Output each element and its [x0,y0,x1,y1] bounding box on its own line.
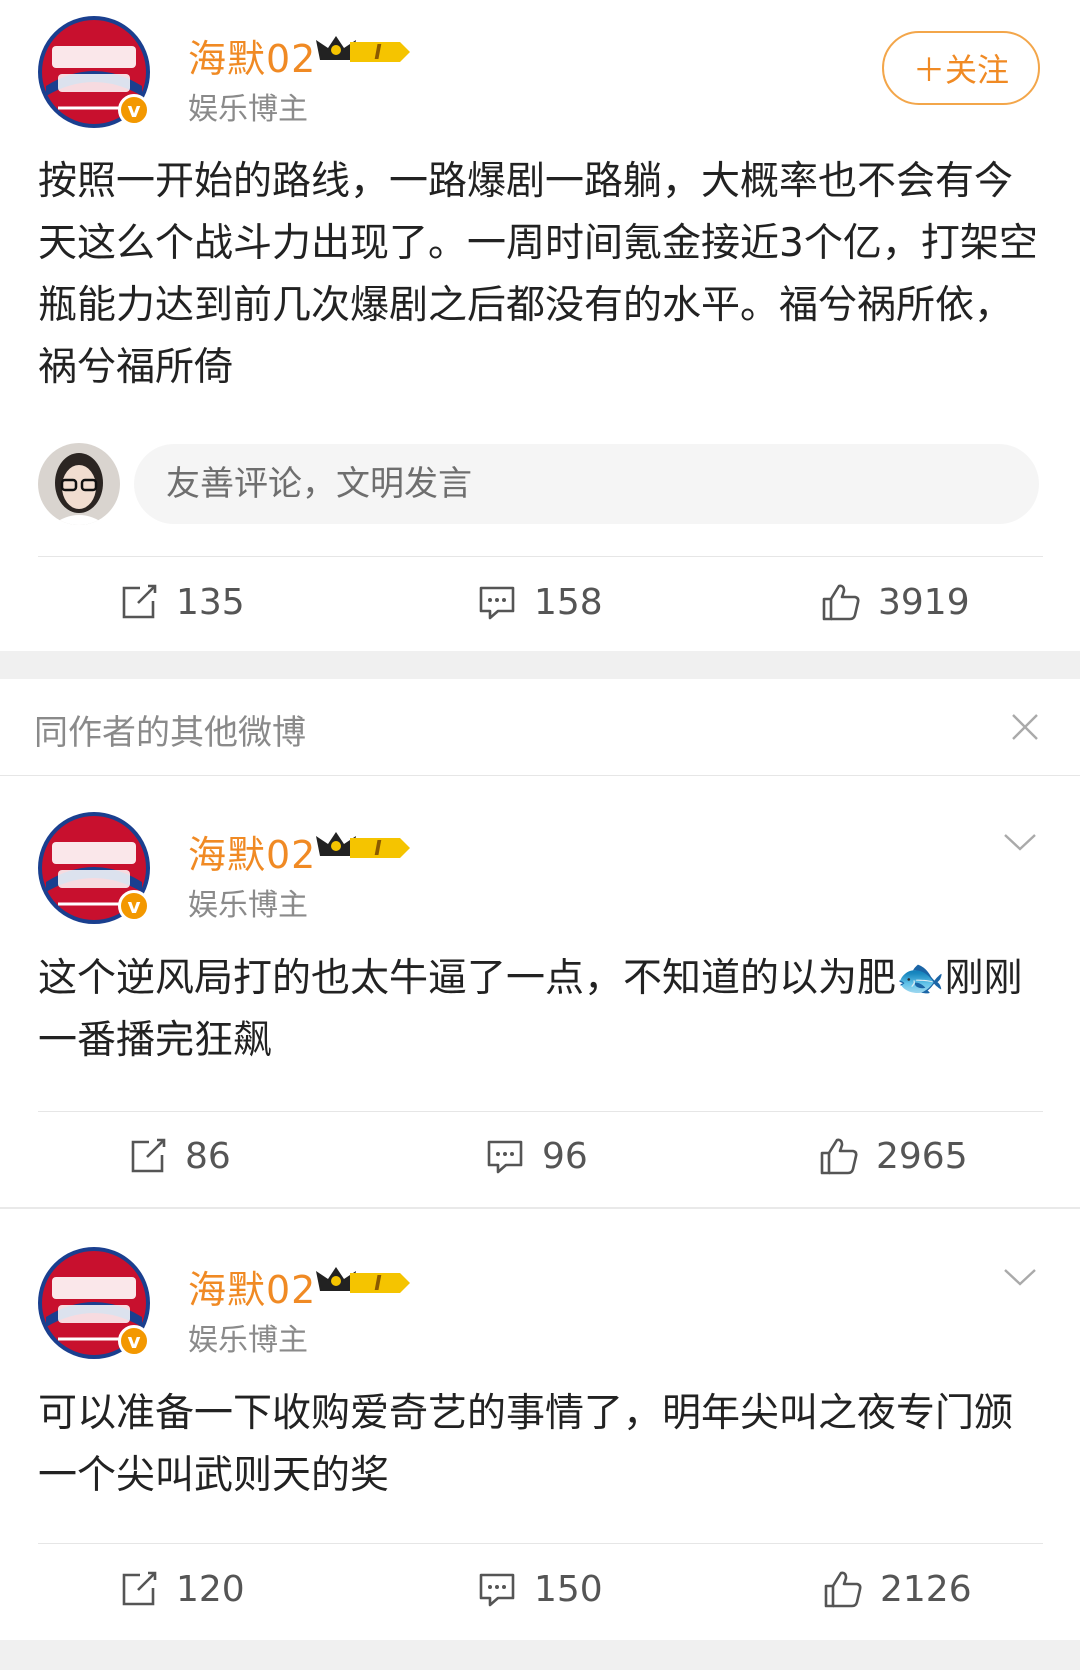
author-avatar[interactable]: v [38,1247,150,1359]
repost-icon [122,584,157,619]
author-name[interactable]: 海默02 [188,28,316,83]
level-text: I [374,836,382,860]
like-button[interactable]: 2965 [818,1121,968,1191]
comment-icon [487,1140,523,1174]
chevron-down-icon[interactable] [1002,830,1038,854]
divider [38,556,1043,557]
author-role: 娱乐博主 [188,888,308,923]
author-role: 娱乐博主 [188,1323,308,1358]
bottom-gap [0,1640,1080,1670]
post-text: 可以准备一下收购爱奇艺的事情了，明年尖叫之夜专门颁一个尖叫武则天的奖 [38,1391,1014,1498]
thumbs-up-icon [822,584,860,621]
comment-icon [479,586,515,620]
comment-button[interactable]: 150 [476,1554,603,1624]
main-post: v 海默02 I 娱乐博主 ＋关注 按照一开始的路线，一路爆剧一路躺，大概率也不… [0,0,1080,623]
verified-badge-icon: v [118,94,150,126]
post-text: 按照一开始的路线，一路爆剧一路躺，大概率也不会有今天这么个战斗力出现了。一周时间… [38,159,1038,390]
like-button[interactable]: 2126 [822,1554,972,1624]
like-count: 3919 [878,581,970,623]
level-crown-badge: I [312,1261,412,1301]
comment-icon [479,1573,515,1607]
repost-button[interactable]: 135 [118,567,245,637]
chevron-down-icon[interactable] [1002,1265,1038,1289]
repost-icon [122,1571,157,1606]
post-text: 这个逆风局打的也太牛逼了一点，不知道的以为肥🐟刚刚一番播完狂飙 [38,956,1023,1063]
repost-button[interactable]: 86 [127,1121,231,1191]
action-bar: 120 150 2126 [0,1554,1080,1624]
comment-button[interactable]: 96 [484,1121,588,1191]
section-gap [0,651,1080,679]
repost-count: 135 [176,581,245,623]
thumbs-up-icon [820,1138,858,1175]
post-card[interactable]: v 海默02 I 娱乐博主 可以准备一下收购爱奇艺的事情了，明年尖叫之夜专门颁一… [0,1209,1080,1639]
level-crown-badge: I [312,826,412,866]
repost-button[interactable]: 120 [118,1554,245,1624]
author-avatar[interactable]: v [38,812,150,924]
action-bar: 135 158 3919 [0,567,1080,637]
like-count: 2126 [880,1568,972,1610]
comment-count: 158 [534,581,603,623]
divider [38,1111,1043,1112]
comment-button[interactable]: 158 [476,567,603,637]
author-name[interactable]: 海默02 [188,824,316,879]
post-card[interactable]: v 海默02 I 娱乐博主 这个逆风局打的也太牛逼了一点，不知道的以为肥🐟刚刚一… [0,776,1080,1206]
like-button[interactable]: 3919 [820,567,970,637]
level-text: I [374,40,382,64]
close-icon[interactable] [1008,710,1042,744]
repost-count: 120 [176,1568,245,1610]
level-text: I [374,1271,382,1295]
repost-count: 86 [185,1135,231,1177]
divider [38,1543,1043,1544]
follow-button[interactable]: ＋关注 [882,31,1040,105]
verified-badge-icon: v [118,890,150,922]
comment-input[interactable]: 友善评论，文明发言 [134,444,1039,524]
more-posts-title: 同作者的其他微博 [34,713,306,753]
action-bar: 86 96 2965 [0,1121,1080,1191]
comment-count: 150 [534,1568,603,1610]
current-user-avatar[interactable] [38,443,120,525]
follow-label: ＋关注 [912,51,1009,89]
comment-count: 96 [542,1135,588,1177]
verified-badge-icon: v [118,1325,150,1357]
author-avatar[interactable]: v [38,16,150,128]
author-role: 娱乐博主 [188,92,308,127]
repost-icon [131,1138,166,1173]
author-name[interactable]: 海默02 [188,1259,316,1314]
level-crown-badge: I [312,30,412,70]
like-count: 2965 [876,1135,968,1177]
thumbs-up-icon [824,1571,862,1608]
